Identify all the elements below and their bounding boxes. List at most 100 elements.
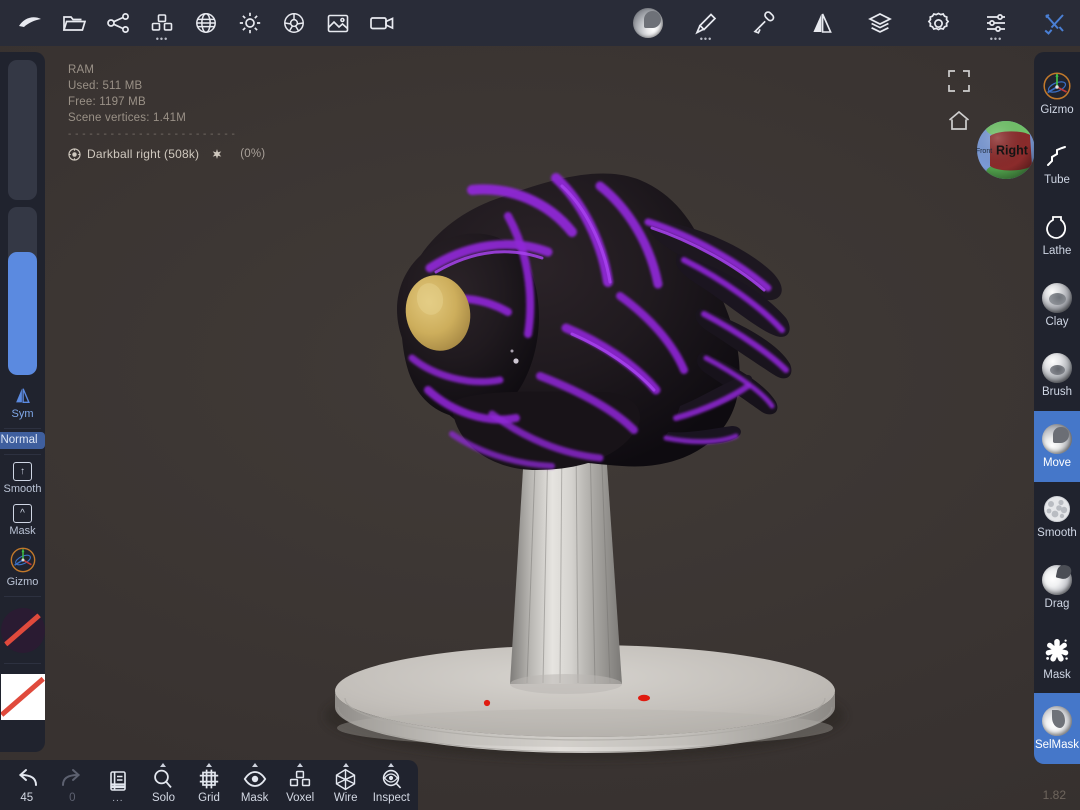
- mask-button[interactable]: Mask: [232, 762, 278, 806]
- tool-mask[interactable]: Mask: [1034, 623, 1080, 694]
- 3d-viewport[interactable]: RAM Used: 511 MB Free: 1197 MB Scene ver…: [0, 46, 1080, 810]
- application-root: ••• ••• ••• RAM Used: 511 MB Free: 1197 …: [0, 0, 1080, 810]
- tool-drag[interactable]: Drag: [1034, 552, 1080, 623]
- tool-tube[interactable]: Tube: [1034, 129, 1080, 200]
- mask-star-icon: [1042, 636, 1072, 666]
- video-camera-icon[interactable]: [360, 1, 404, 45]
- undo-count: 45: [20, 792, 34, 804]
- version-label: 1.82: [1042, 788, 1066, 802]
- radius-slider[interactable]: [8, 60, 37, 200]
- fullscreen-icon[interactable]: [946, 68, 972, 94]
- hud-vertices-label: Scene vertices:: [68, 112, 150, 124]
- hud-free-value: 1197 MB: [99, 96, 146, 108]
- paint-roller-icon[interactable]: [742, 1, 786, 45]
- tool-clay-label: Clay: [1045, 315, 1069, 328]
- tool-clay[interactable]: Clay: [1034, 270, 1080, 341]
- tool-move[interactable]: Move: [1034, 410, 1080, 482]
- magnifier-icon: [152, 767, 174, 791]
- gizmo-toggle[interactable]: Gizmo: [0, 542, 45, 593]
- tool-drag-label: Drag: [1044, 597, 1070, 610]
- left-sidebar-divider-2: [4, 454, 41, 455]
- marker-dot-left: [483, 699, 491, 707]
- inspect-button[interactable]: Inspect: [369, 762, 415, 806]
- brush-ball-icon: [1042, 353, 1072, 384]
- aperture-icon[interactable]: [272, 1, 316, 45]
- hud-free-label: Free:: [68, 96, 96, 108]
- tool-smooth[interactable]: Smooth: [1034, 482, 1080, 553]
- list-book-icon: [108, 769, 128, 793]
- share-nodes-icon[interactable]: [96, 1, 140, 45]
- paint-more-dots: •••: [699, 34, 713, 44]
- redo-button[interactable]: 0: [50, 762, 96, 806]
- object-mask-icon: [211, 148, 224, 161]
- cubes-icon: [288, 767, 312, 791]
- left-sidebar: Sym Normal ↑ Smooth ^ Mask Gizmo: [0, 52, 45, 752]
- clay-ball-icon: [1042, 282, 1072, 313]
- mask-toggle[interactable]: ^ Mask: [0, 500, 45, 542]
- viewport-controls: [946, 68, 972, 134]
- tool-brush[interactable]: Brush: [1034, 340, 1080, 411]
- history-button[interactable]: ...: [95, 762, 141, 806]
- sculptgl-logo-icon[interactable]: [8, 1, 52, 45]
- sym-toggle[interactable]: Sym: [0, 382, 45, 425]
- paint-brush-icon[interactable]: •••: [684, 1, 728, 45]
- hud-divider: - - - - - - - - - - - - - - - - - - - - …: [68, 129, 236, 140]
- normal-badge[interactable]: Normal: [0, 432, 45, 449]
- tool-selmask[interactable]: SelMask: [1034, 693, 1080, 764]
- tool-tube-label: Tube: [1044, 174, 1070, 187]
- tool-gizmo[interactable]: Gizmo: [1034, 58, 1080, 129]
- inspect-eye-icon: [380, 767, 403, 791]
- intensity-slider[interactable]: [8, 207, 37, 375]
- sun-icon[interactable]: [228, 1, 272, 45]
- hud-stats: RAM Used: 511 MB Free: 1197 MB Scene ver…: [68, 62, 265, 162]
- tool-lathe-label: Lathe: [1042, 244, 1072, 257]
- marker-dot-right: [638, 694, 650, 702]
- tool-lathe[interactable]: Lathe: [1034, 199, 1080, 270]
- solo-button[interactable]: Solo: [141, 762, 187, 806]
- smooth-toggle[interactable]: ↑ Smooth: [0, 458, 45, 500]
- left-sidebar-divider-4: [4, 663, 41, 664]
- navball-label: Right: [996, 144, 1029, 158]
- square-up-arrow-icon: ↑: [13, 462, 32, 481]
- selmask-ball-icon: [1042, 706, 1072, 737]
- layers-icon[interactable]: [858, 1, 902, 45]
- gizmo-label: Gizmo: [6, 576, 39, 588]
- tool-mask-label: Mask: [1043, 668, 1071, 681]
- undo-arrow-icon: [15, 767, 39, 791]
- gizmo-axes-icon: [10, 547, 35, 573]
- smooth-ball-icon: [1042, 494, 1072, 524]
- voxel-button[interactable]: Voxel: [277, 762, 323, 806]
- sliders-icon[interactable]: •••: [974, 1, 1018, 45]
- hud-used-row: Used: 511 MB: [68, 78, 265, 94]
- sym-label: Sym: [11, 408, 34, 420]
- gear-icon[interactable]: [916, 1, 960, 45]
- primary-color-swatch[interactable]: [0, 600, 45, 660]
- tool-selmask-label: SelMask: [1034, 739, 1080, 752]
- image-icon[interactable]: [316, 1, 360, 45]
- hud-vertices-row: Scene vertices: 1.41M: [68, 110, 265, 126]
- globe-grid-icon[interactable]: [184, 1, 228, 45]
- folder-icon[interactable]: [52, 1, 96, 45]
- secondary-color-swatch[interactable]: [0, 667, 45, 727]
- hud-object-name: Darkball right (508k): [87, 147, 200, 161]
- grid-button[interactable]: Grid: [186, 762, 232, 806]
- home-icon[interactable]: [946, 108, 972, 134]
- hud-object-row: Darkball right (508k) (0%): [68, 146, 265, 162]
- view-orientation-gizmo[interactable]: Right Front: [976, 120, 1036, 180]
- redo-count: 0: [69, 792, 76, 804]
- sliders-more-dots: •••: [989, 34, 1003, 44]
- mirror-icon[interactable]: [800, 1, 844, 45]
- hud-used-value: 511 MB: [102, 80, 143, 92]
- undo-button[interactable]: 45: [4, 762, 50, 806]
- hud-vertices-value: 1.41M: [153, 112, 186, 124]
- drag-ball-icon: [1042, 564, 1072, 595]
- grid-frame-icon: [198, 767, 220, 791]
- tools-icon[interactable]: [1032, 1, 1076, 45]
- matcap-ball-icon[interactable]: [626, 1, 670, 45]
- left-sidebar-divider-1: [4, 428, 41, 429]
- lathe-vase-icon: [1042, 212, 1072, 242]
- wire-button[interactable]: Wire: [323, 762, 369, 806]
- wire-label: Wire: [333, 792, 358, 804]
- top-toolbar: ••• ••• •••: [0, 0, 1080, 46]
- cubes-icon[interactable]: •••: [140, 1, 184, 45]
